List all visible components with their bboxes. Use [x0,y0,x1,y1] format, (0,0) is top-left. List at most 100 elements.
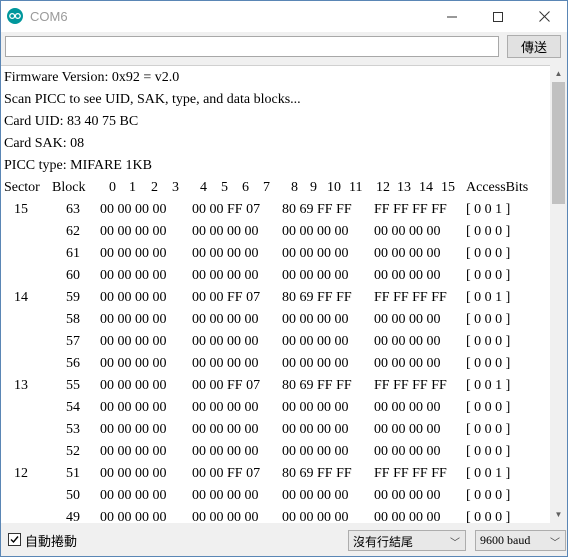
access-bits: [ 0 0 1 ] [466,466,511,481]
autoscroll-checkbox[interactable] [8,533,21,546]
table-row: 56 00 00 00 00 00 00 00 00 00 00 00 00 0… [4,353,510,375]
table-row: 49 00 00 00 00 00 00 00 00 00 00 00 00 0… [4,507,510,523]
block-number: 50 [66,488,80,503]
byte-group: FF FF FF FF [374,378,447,393]
byte-group: 00 00 00 00 [192,356,259,371]
table-row: 52 00 00 00 00 00 00 00 00 00 00 00 00 0… [4,441,510,463]
byte-group: 80 69 FF FF [282,290,352,305]
close-button[interactable] [521,1,567,32]
byte-group: 00 00 00 00 [374,268,441,283]
close-icon [538,11,550,22]
byte-group: 00 00 00 00 [374,444,441,459]
byte-group: 00 00 00 00 [282,488,349,503]
byte-group: 00 00 00 00 [282,268,349,283]
output-line-uid: Card UID: 83 40 75 BC [4,114,139,129]
byte-group: 00 00 00 00 [282,246,349,261]
byte-group: 00 00 00 00 [192,224,259,239]
vertical-scrollbar[interactable]: ▲ ▼ [550,65,567,523]
block-number: 57 [66,334,80,349]
scrollbar-thumb[interactable] [552,82,565,204]
access-bits: [ 0 0 0 ] [466,334,511,349]
table-row: 15 63 00 00 00 00 00 00 FF 07 80 69 FF F… [4,199,510,221]
title-bar: COM6 [1,1,567,32]
byte-group: 00 00 00 00 [374,400,441,415]
access-bits: [ 0 0 1 ] [466,378,511,393]
byte-group: 00 00 00 00 [282,224,349,239]
minimize-icon [447,16,457,17]
byte-group: 00 00 FF 07 [192,290,261,305]
block-number: 63 [66,202,80,217]
maximize-button[interactable] [475,1,521,32]
byte-group: 00 00 00 00 [282,312,349,327]
table-row: 62 00 00 00 00 00 00 00 00 00 00 00 00 0… [4,221,510,243]
table-row: 50 00 00 00 00 00 00 00 00 00 00 00 00 0… [4,485,510,507]
byte-group: 00 00 00 00 [374,246,441,261]
check-icon [10,536,19,544]
access-bits: [ 0 0 0 ] [466,312,511,327]
header-byte-index: 15 [441,180,455,195]
table-row: 58 00 00 00 00 00 00 00 00 00 00 00 00 0… [4,309,510,331]
minimize-button[interactable] [429,1,475,32]
table-row: 60 00 00 00 00 00 00 00 00 00 00 00 00 0… [4,265,510,287]
table-row: 14 59 00 00 00 00 00 00 FF 07 80 69 FF F… [4,287,510,309]
byte-group: 00 00 00 00 [282,444,349,459]
header-byte-index: 0 [109,180,116,195]
output-line-picc-type: PICC type: MIFARE 1KB [4,158,152,173]
access-bits: [ 0 0 0 ] [466,246,511,261]
byte-group: 00 00 00 00 [192,510,259,523]
output-line-scan: Scan PICC to see UID, SAK, type, and dat… [4,92,301,107]
byte-group: 00 00 FF 07 [192,378,261,393]
byte-group: 00 00 00 00 [100,444,167,459]
header-byte-index: 8 [291,180,298,195]
sector-number: 14 [14,290,28,305]
line-ending-select[interactable]: 沒有行結尾 ﹀ [348,530,466,551]
table-row: 53 00 00 00 00 00 00 00 00 00 00 00 00 0… [4,419,510,441]
byte-group: 00 00 00 00 [100,378,167,393]
table-row: 12 51 00 00 00 00 00 00 FF 07 80 69 FF F… [4,463,510,485]
byte-group: FF FF FF FF [374,466,447,481]
block-number: 53 [66,422,80,437]
byte-group: 00 00 00 00 [192,268,259,283]
block-number: 56 [66,356,80,371]
bottom-bar: 自動捲動 沒有行結尾 ﹀ 9600 baud ﹀ [1,523,567,556]
block-number: 54 [66,400,80,415]
byte-group: 00 00 00 00 [374,334,441,349]
block-number: 55 [66,378,80,393]
output-line-firmware: Firmware Version: 0x92 = v2.0 [4,70,180,85]
send-input[interactable] [5,36,499,57]
header-access-bits: AccessBits [466,180,529,195]
serial-output[interactable]: Firmware Version: 0x92 = v2.0 Scan PICC … [1,65,550,523]
table-header-row: Sector Block 0 1 2 3 4 5 6 7 8 9 10 11 1… [4,177,528,199]
block-number: 61 [66,246,80,261]
send-button[interactable]: 傳送 [507,35,561,58]
byte-group: 00 00 00 00 [100,488,167,503]
byte-group: 00 00 00 00 [374,356,441,371]
byte-group: 00 00 00 00 [282,356,349,371]
scroll-up-icon[interactable]: ▲ [550,65,567,82]
maximize-icon [493,11,503,22]
access-bits: [ 0 0 0 ] [466,488,511,503]
sector-number: 15 [14,202,28,217]
byte-group: FF FF FF FF [374,202,447,217]
access-bits: [ 0 0 0 ] [466,510,511,523]
byte-group: 00 00 00 00 [100,356,167,371]
baud-rate-select[interactable]: 9600 baud ﹀ [475,530,566,551]
scroll-down-icon[interactable]: ▼ [550,506,567,523]
byte-group: 00 00 00 00 [192,422,259,437]
byte-group: 00 00 00 00 [374,224,441,239]
window-title: COM6 [30,9,68,24]
chevron-down-icon: ﹀ [450,538,460,549]
byte-group: 00 00 00 00 [100,334,167,349]
table-row: 54 00 00 00 00 00 00 00 00 00 00 00 00 0… [4,397,510,419]
access-bits: [ 0 0 0 ] [466,268,511,283]
header-byte-index: 1 [129,180,136,195]
arduino-icon [7,8,23,24]
byte-group: 00 00 00 00 [192,488,259,503]
chevron-down-icon: ﹀ [550,538,560,549]
header-byte-index: 3 [172,180,179,195]
byte-group: 80 69 FF FF [282,202,352,217]
byte-group: 00 00 00 00 [100,224,167,239]
byte-group: 00 00 00 00 [192,246,259,261]
byte-group: 00 00 00 00 [192,312,259,327]
header-byte-index: 9 [310,180,317,195]
